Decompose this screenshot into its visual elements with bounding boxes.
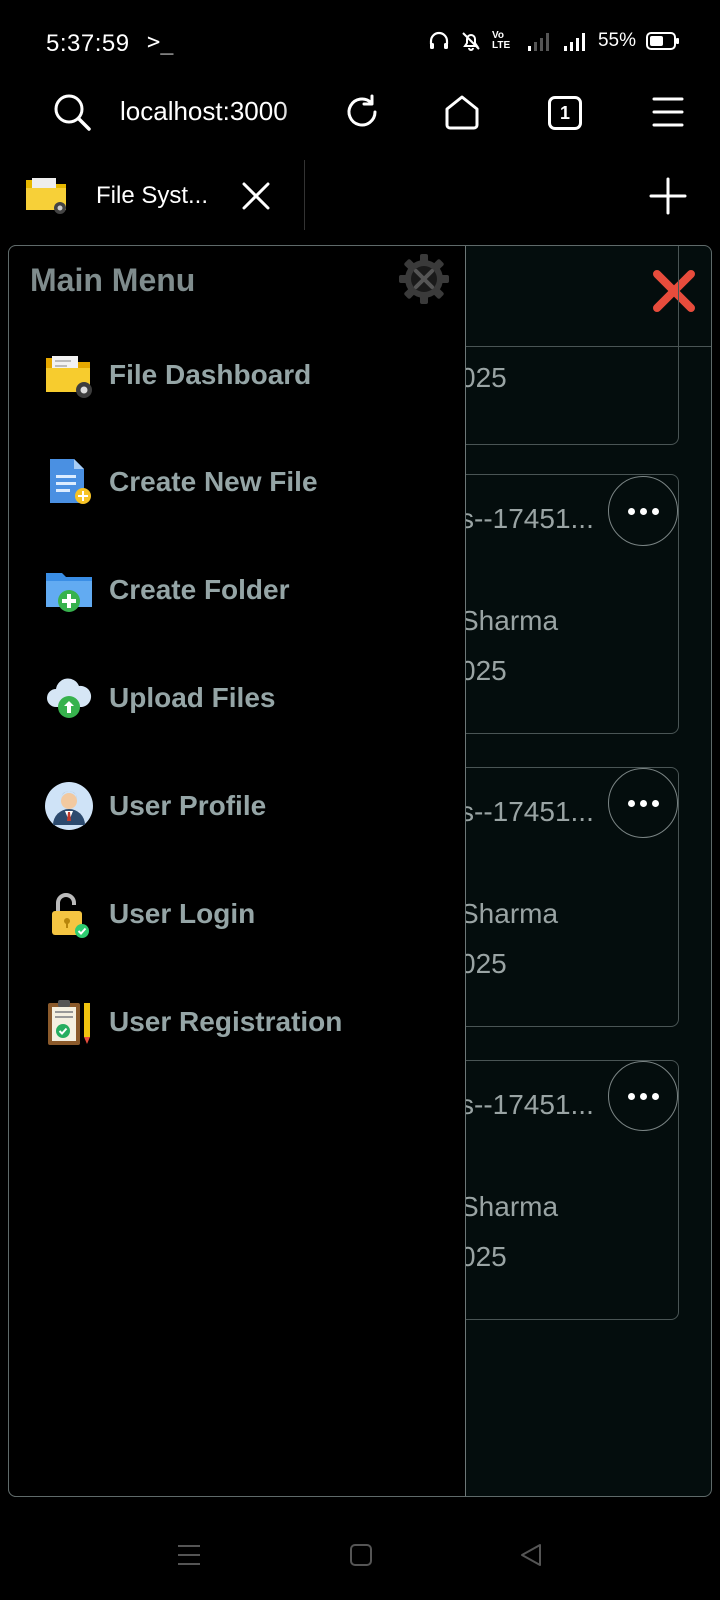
menu-item-upload-files[interactable]: Upload Files (43, 663, 275, 733)
file-card-more-button[interactable] (608, 476, 678, 546)
menu-item-label: Upload Files (109, 682, 276, 713)
volte-icon: Vo LTE (491, 30, 511, 51)
back-nav-icon[interactable] (518, 1542, 544, 1568)
folder-gear-icon (43, 349, 95, 401)
file-card-name: s--17451... (460, 503, 594, 534)
status-time: 5:37:59 (46, 30, 130, 57)
menu-item-label: User Profile (109, 790, 267, 821)
file-card-name: s--17451... (460, 1089, 594, 1120)
clipboard-icon (43, 996, 95, 1048)
menu-item-create-folder[interactable]: Create Folder (43, 555, 290, 625)
status-indicators: Vo LTE 55% (428, 30, 680, 52)
bell-muted-icon (462, 32, 480, 51)
menu-item-label: Create New File (109, 466, 318, 497)
file-card-date: 025 (460, 655, 507, 686)
battery-percent: 55% (597, 30, 636, 51)
settings-tools-icon[interactable] (397, 252, 451, 306)
menu-item-create-new-file[interactable]: Create New File (43, 447, 318, 517)
new-tab-plus-icon[interactable] (648, 176, 688, 216)
menu-item-label: User Login (109, 898, 256, 929)
user-avatar-icon (43, 780, 95, 832)
menu-item-label: Create Folder (109, 574, 290, 605)
system-navigation-bar (0, 1500, 720, 1600)
headphones-icon (429, 31, 449, 49)
file-card-owner: Sharma (460, 898, 559, 929)
address-bar[interactable]: localhost:3000 (120, 96, 320, 127)
file-card-owner: Sharma (460, 605, 559, 636)
tab-favicon-folder-icon (26, 178, 66, 214)
padlock-icon (43, 888, 95, 940)
terminal-icon: >_ (147, 30, 174, 55)
tab-switcher-button[interactable]: 1 (548, 96, 582, 130)
menu-item-label: File Dashboard (109, 359, 312, 390)
file-card-date: 025 (460, 1241, 507, 1272)
home-nav-icon[interactable] (348, 1542, 374, 1568)
menu-item-user-login[interactable]: User Login (43, 879, 255, 949)
new-file-icon (43, 456, 95, 508)
menu-hamburger-icon[interactable] (650, 94, 686, 130)
file-card-owner: Sharma (460, 1191, 559, 1222)
drawer-title: Main Menu (30, 262, 196, 298)
signal-weak-icon (527, 33, 549, 51)
search-icon[interactable] (52, 92, 92, 132)
file-card-date: 025 (460, 948, 507, 979)
tab-close-icon[interactable] (240, 180, 272, 212)
reload-icon[interactable] (342, 92, 382, 132)
file-card-name: s--17451... (460, 796, 594, 827)
battery-icon (646, 32, 679, 50)
add-folder-icon (43, 564, 95, 616)
file-card-more-button[interactable] (608, 768, 678, 838)
menu-item-file-dashboard[interactable]: File Dashboard (43, 340, 311, 410)
main-menu-drawer: Main Menu File Dashboard Create New File… (8, 245, 466, 1497)
menu-item-label: User Registration (109, 1006, 343, 1037)
signal-strong-icon (563, 33, 585, 51)
menu-item-user-profile[interactable]: User Profile (43, 771, 266, 841)
file-card-date: 025 (460, 362, 507, 393)
cloud-upload-icon (43, 672, 95, 724)
home-icon[interactable] (442, 92, 482, 132)
menu-item-user-registration[interactable]: User Registration (43, 987, 342, 1057)
file-card-more-button[interactable] (608, 1061, 678, 1131)
tab-title[interactable]: File Syst... (96, 182, 208, 210)
recent-apps-icon[interactable] (176, 1542, 202, 1568)
tab-divider (304, 160, 305, 230)
